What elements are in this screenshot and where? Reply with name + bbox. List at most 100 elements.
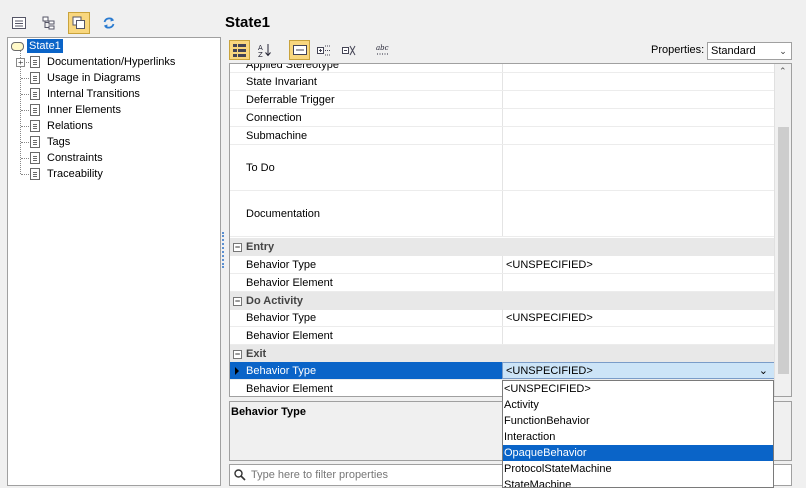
behavior-type-combo[interactable]: <UNSPECIFIED> ⌄ xyxy=(502,362,775,379)
page-icon xyxy=(30,168,40,180)
property-value[interactable] xyxy=(502,64,775,72)
filter-placeholder: Type here to filter properties xyxy=(251,469,388,481)
group-label: Exit xyxy=(246,348,267,360)
properties-mode-select[interactable]: Standard ⌄ xyxy=(707,42,792,60)
tree-item[interactable]: Usage in Diagrams xyxy=(30,70,143,86)
group-label: Do Activity xyxy=(246,295,304,307)
property-row[interactable]: Behavior Type <UNSPECIFIED> xyxy=(230,256,775,274)
property-row[interactable]: Deferrable Trigger xyxy=(230,91,775,109)
collapse-icon[interactable]: − xyxy=(233,296,242,306)
left-toolbar xyxy=(8,11,120,35)
show-all-icon[interactable] xyxy=(289,40,310,60)
property-value[interactable] xyxy=(502,191,775,236)
page-icon xyxy=(30,88,40,100)
property-row[interactable]: Behavior Element xyxy=(230,327,775,345)
property-row[interactable]: State Invariant xyxy=(230,73,775,91)
property-name: Documentation xyxy=(246,207,320,220)
collapse-all-icon[interactable] xyxy=(339,40,360,60)
property-value[interactable] xyxy=(502,145,775,190)
behavior-type-dropdown: <UNSPECIFIED> Activity FunctionBehavior … xyxy=(502,380,774,488)
tree-root[interactable]: State1 xyxy=(11,38,63,54)
property-row[interactable]: Behavior Element xyxy=(230,274,775,292)
sort-az-icon[interactable]: AZ xyxy=(254,40,275,60)
property-name: Behavior Type xyxy=(246,311,317,324)
copy-view-icon[interactable] xyxy=(68,12,90,34)
collapse-icon[interactable]: − xyxy=(233,349,242,359)
list-view-icon[interactable] xyxy=(8,12,30,34)
property-row[interactable]: Behavior Type <UNSPECIFIED> xyxy=(230,309,775,327)
search-icon xyxy=(234,469,246,481)
property-row[interactable]: Connection xyxy=(230,109,775,127)
page-icon xyxy=(30,152,40,164)
combo-value: <UNSPECIFIED> xyxy=(506,364,593,377)
tree-item[interactable]: Tags xyxy=(30,134,72,150)
tree-root-label: State1 xyxy=(27,39,63,53)
tree-item[interactable]: Internal Transitions xyxy=(30,86,142,102)
properties-mode-value: Standard xyxy=(711,45,756,57)
scroll-up-icon[interactable]: ⌃ xyxy=(779,66,787,77)
splitter-handle[interactable] xyxy=(222,232,224,268)
categorized-icon[interactable] xyxy=(229,40,250,60)
group-do-activity[interactable]: − Do Activity xyxy=(230,292,775,310)
group-exit[interactable]: − Exit xyxy=(230,345,775,363)
properties-label: Properties: xyxy=(651,44,705,56)
tree-item[interactable]: Constraints xyxy=(30,150,105,166)
property-value[interactable]: <UNSPECIFIED> xyxy=(502,256,775,273)
property-name: State Invariant xyxy=(246,75,317,88)
expand-all-icon[interactable] xyxy=(314,40,335,60)
tree-item[interactable]: Documentation/Hyperlinks xyxy=(30,54,177,70)
page-icon xyxy=(30,72,40,84)
dropdown-option[interactable]: FunctionBehavior xyxy=(503,413,773,429)
property-name: Submachine xyxy=(246,129,308,142)
property-name: Connection xyxy=(246,111,302,124)
dropdown-option[interactable]: Activity xyxy=(503,397,773,413)
property-value[interactable]: <UNSPECIFIED> xyxy=(502,309,775,326)
vertical-scrollbar[interactable]: ⌃ xyxy=(774,64,791,396)
property-value[interactable] xyxy=(502,127,775,144)
property-name: Behavior Type xyxy=(246,364,317,377)
dropdown-option[interactable]: Interaction xyxy=(503,429,773,445)
property-name: To Do xyxy=(246,161,275,174)
tree-item[interactable]: Inner Elements xyxy=(30,102,123,118)
dropdown-option-highlighted[interactable]: OpaqueBehavior xyxy=(503,445,773,461)
property-row[interactable]: To Do xyxy=(230,145,775,191)
group-label: Entry xyxy=(246,241,275,253)
property-name: Applied Stereotype xyxy=(246,63,339,71)
scrollbar-thumb[interactable] xyxy=(778,127,789,374)
page-icon xyxy=(30,56,40,68)
properties-toolbar: AZ abc xyxy=(229,40,393,60)
chevron-down-icon[interactable]: ⌄ xyxy=(759,364,768,377)
current-row-arrow-icon xyxy=(235,367,239,375)
dropdown-option[interactable]: <UNSPECIFIED> xyxy=(503,381,773,397)
page-icon xyxy=(30,136,40,148)
svg-text:Z: Z xyxy=(258,51,263,57)
tree-item[interactable]: Traceability xyxy=(30,166,105,182)
refresh-icon[interactable] xyxy=(98,12,120,34)
tree-view-icon[interactable] xyxy=(38,12,60,34)
dropdown-option[interactable]: ProtocolStateMachine xyxy=(503,461,773,477)
property-name: Deferrable Trigger xyxy=(246,93,335,106)
property-value[interactable] xyxy=(502,91,775,108)
page-icon xyxy=(30,120,40,132)
property-value[interactable] xyxy=(502,73,775,90)
tree-item[interactable]: Relations xyxy=(30,118,95,134)
page-title: State1 xyxy=(225,14,271,31)
chevron-down-icon: ⌄ xyxy=(779,45,787,56)
property-name: Behavior Element xyxy=(246,329,333,342)
element-tree: State1 + Documentation/Hyperlinks Usage … xyxy=(7,37,221,486)
dropdown-option[interactable]: StateMachine xyxy=(503,477,773,487)
collapse-icon[interactable]: − xyxy=(233,242,242,252)
state-icon xyxy=(11,41,24,51)
svg-text:abc: abc xyxy=(376,44,389,52)
property-row-selected[interactable]: Behavior Type <UNSPECIFIED> ⌄ xyxy=(230,362,775,380)
property-grid: Applied Stereotype State Invariant Defer… xyxy=(229,63,792,397)
property-row[interactable]: Submachine xyxy=(230,127,775,145)
property-value[interactable] xyxy=(502,274,775,291)
property-value[interactable] xyxy=(502,327,775,344)
property-value[interactable] xyxy=(502,109,775,126)
property-row[interactable]: Applied Stereotype xyxy=(230,63,775,73)
property-row[interactable]: Documentation xyxy=(230,191,775,237)
spell-check-icon[interactable]: abc xyxy=(372,40,393,60)
group-entry[interactable]: − Entry xyxy=(230,238,775,256)
property-name: Behavior Element xyxy=(246,276,333,289)
